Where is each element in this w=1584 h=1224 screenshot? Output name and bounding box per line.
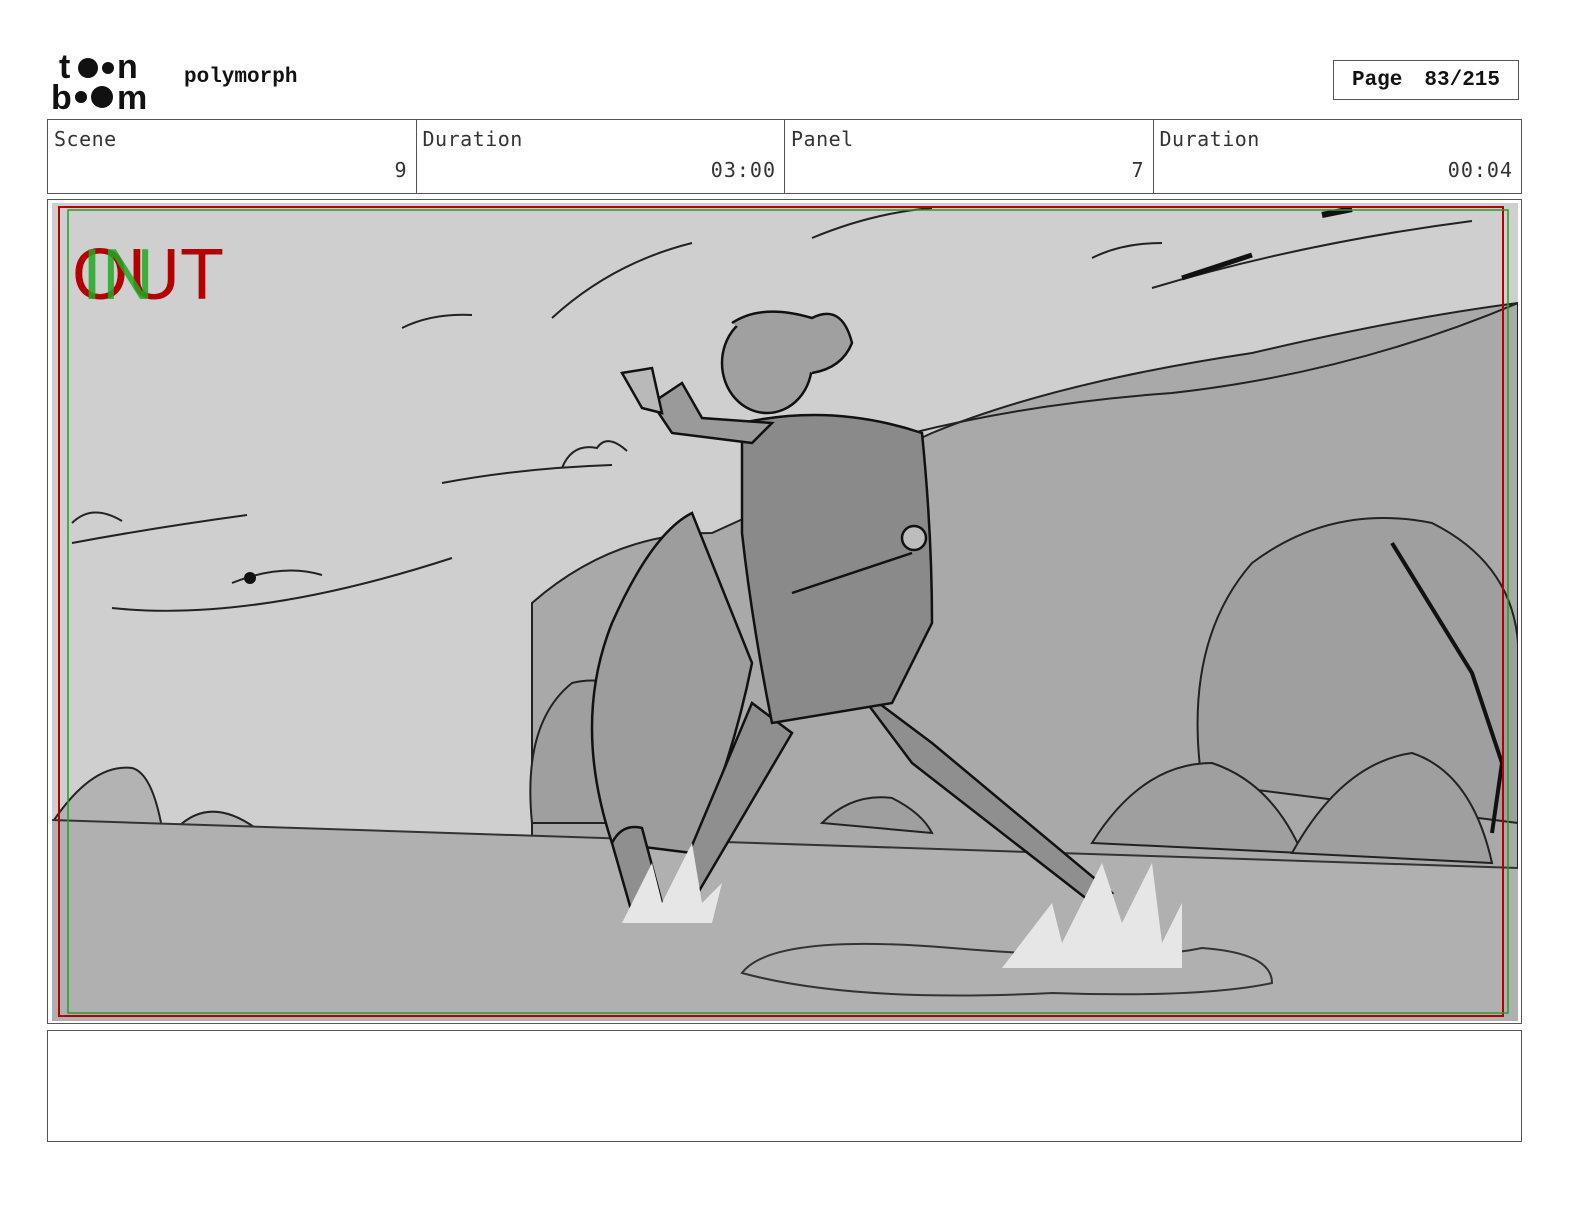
scene-value: 9 [394, 158, 408, 182]
panel-duration-label: Duration [1159, 127, 1260, 151]
panel-value: 7 [1131, 158, 1145, 182]
scene-cell: Scene 9 [48, 120, 417, 193]
in-marker: IN [82, 235, 154, 315]
scene-duration-label: Duration [422, 127, 523, 151]
scene-duration-cell: Duration 03:00 [417, 120, 785, 193]
toon-boom-logo: t n b m [51, 48, 163, 117]
page-indicator: Page 83/215 [1333, 60, 1519, 100]
scene-duration-value: 03:00 [710, 158, 776, 182]
panel-duration-cell: Duration 00:04 [1154, 120, 1522, 193]
page-number: 83/215 [1424, 68, 1501, 92]
panel-notes-box [47, 1030, 1522, 1142]
panel-label: Panel [791, 127, 854, 151]
storyboard-panel-image: OUT IN [50, 203, 1519, 1021]
panel-duration-value: 00:04 [1447, 158, 1513, 182]
scene-label: Scene [54, 127, 117, 151]
page-label: Page [1351, 68, 1403, 92]
project-name: polymorph [184, 66, 298, 89]
panel-cell: Panel 7 [785, 120, 1154, 193]
svg-text:b: b [51, 79, 72, 112]
panel-info-row: Scene 9 Duration 03:00 Panel 7 Duration … [47, 119, 1522, 194]
svg-text:m: m [117, 79, 147, 112]
